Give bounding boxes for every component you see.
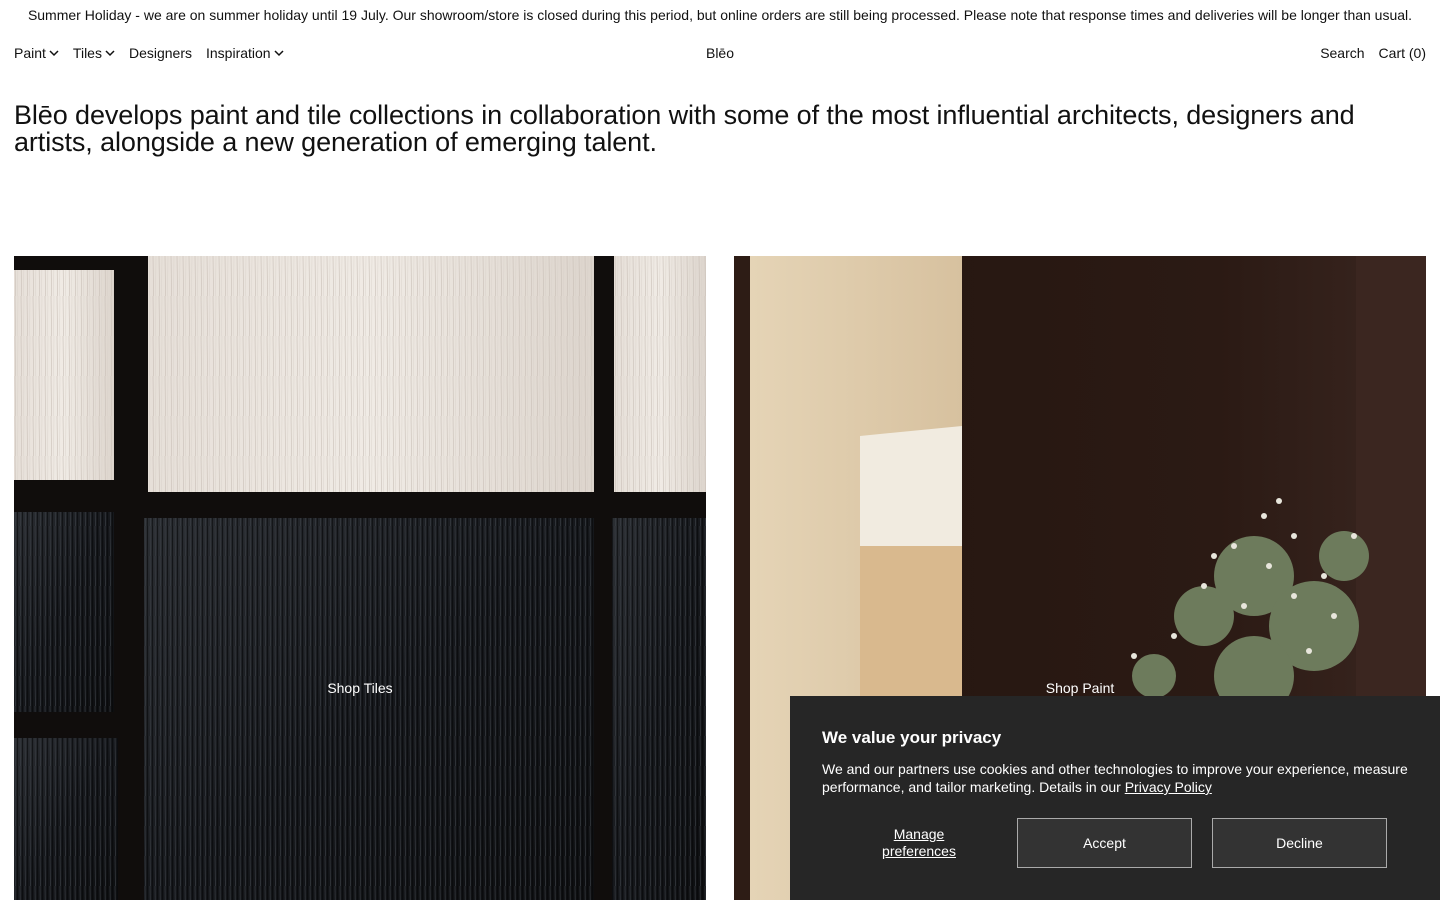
privacy-policy-link[interactable]: Privacy Policy xyxy=(1125,779,1212,795)
nav-item-label: Designers xyxy=(128,45,192,61)
main-nav: Paint Tiles Designers Inspiration Blēo S… xyxy=(0,38,1440,68)
announcement-text: Summer Holiday - we are on summer holida… xyxy=(27,7,1413,23)
nav-menu: Paint Tiles Designers Inspiration xyxy=(14,38,298,68)
cart-link[interactable]: Cart (0) xyxy=(1379,45,1426,61)
manage-preferences-button[interactable]: Manage preferences xyxy=(864,826,974,860)
site-logo[interactable]: Blēo xyxy=(706,45,734,61)
shop-tiles-label: Shop Tiles xyxy=(327,680,393,696)
shop-tiles-card[interactable]: Shop Tiles xyxy=(14,256,706,900)
chevron-down-icon xyxy=(274,48,284,58)
cookie-body: We and our partners use cookies and othe… xyxy=(822,761,1408,795)
nav-item-label: Inspiration xyxy=(206,45,271,61)
decline-button[interactable]: Decline xyxy=(1212,818,1387,868)
nav-item-tiles[interactable]: Tiles xyxy=(73,45,115,61)
cookie-banner: We value your privacy We and our partner… xyxy=(790,696,1440,900)
accept-button[interactable]: Accept xyxy=(1017,818,1192,868)
cookie-text: We and our partners use cookies and othe… xyxy=(822,760,1414,796)
search-link[interactable]: Search xyxy=(1320,45,1364,61)
cookie-actions: Manage preferences Accept Decline xyxy=(822,818,1388,868)
announcement-bar: Summer Holiday - we are on summer holida… xyxy=(0,0,1440,30)
chevron-down-icon xyxy=(105,48,115,58)
nav-item-inspiration[interactable]: Inspiration xyxy=(206,45,284,61)
nav-utilities: Search Cart (0) xyxy=(1306,38,1426,68)
chevron-down-icon xyxy=(49,48,59,58)
nav-item-label: Paint xyxy=(14,45,46,61)
shop-paint-label: Shop Paint xyxy=(1045,680,1115,696)
nav-item-designers[interactable]: Designers xyxy=(129,45,192,61)
cookie-title: We value your privacy xyxy=(822,728,1002,747)
intro-heading: Blēo develops paint and tile collections… xyxy=(14,100,1355,157)
nav-item-label: Tiles xyxy=(72,45,102,61)
tiles-image xyxy=(14,256,706,900)
nav-item-paint[interactable]: Paint xyxy=(14,45,59,61)
